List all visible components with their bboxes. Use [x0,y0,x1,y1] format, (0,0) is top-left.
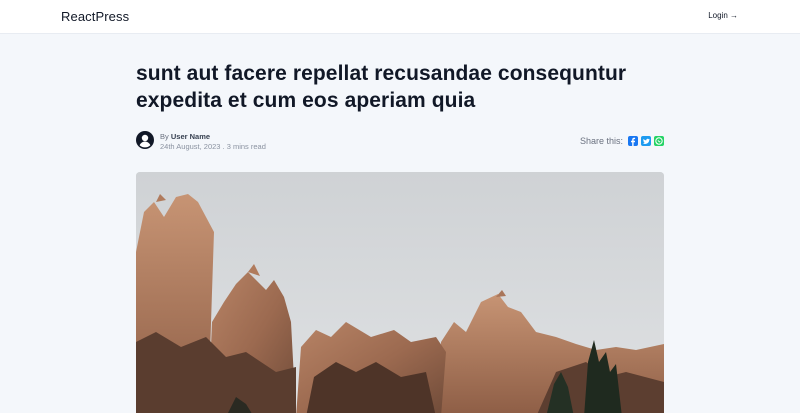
post-title: sunt aut facere repellat recusandae cons… [136,62,627,112]
whatsapp-icon[interactable] [654,136,664,146]
post-date-readtime: 24th August, 2023 . 3 mins read [160,142,266,151]
author-name[interactable]: User Name [171,132,210,141]
by-prefix: By [160,132,169,141]
top-navbar: ReactPress Login → [0,0,800,34]
login-link[interactable]: Login → [708,11,738,20]
author-byline: By User Name [160,132,210,141]
user-avatar-icon [136,131,154,149]
facebook-icon[interactable] [628,136,638,146]
brand-logo[interactable]: ReactPress [61,9,129,24]
twitter-icon[interactable] [641,136,651,146]
hero-image [136,172,664,413]
share-label: Share this: [579,136,623,146]
share-bar: Share this: [580,135,664,147]
